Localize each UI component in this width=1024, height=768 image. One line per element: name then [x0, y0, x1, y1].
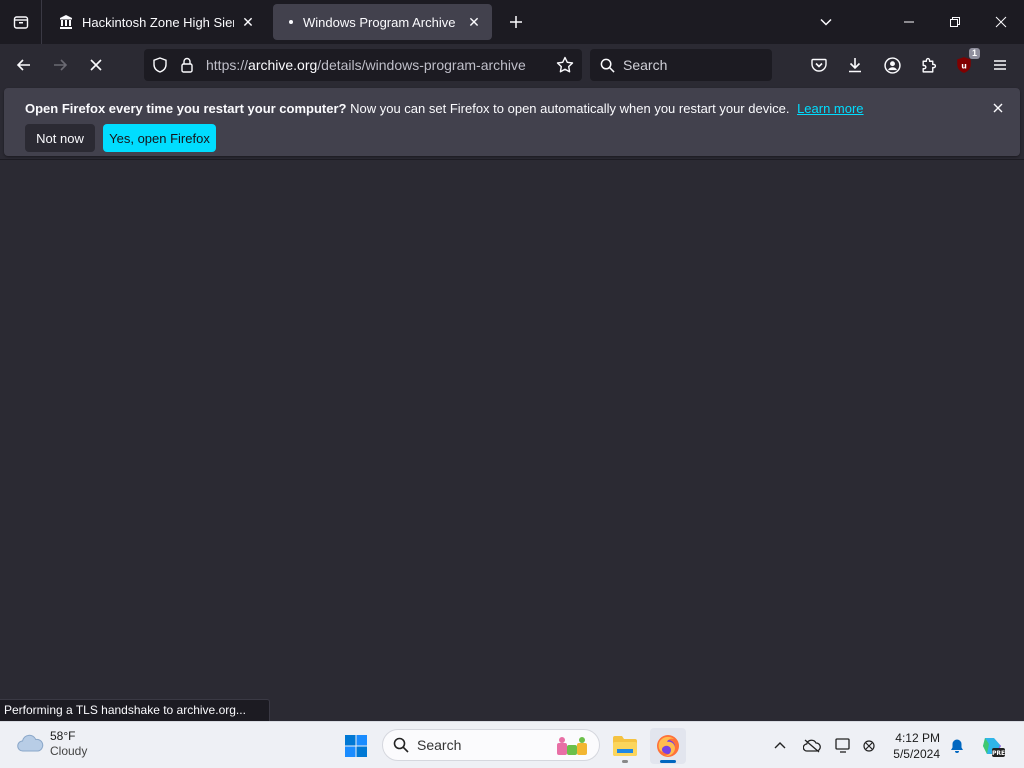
windows-taskbar: 58°F Cloudy Search 4:12 PM 5/5/2024 PRE: [0, 721, 1024, 768]
tab-title: Windows Program Archive : Nc: [303, 14, 460, 30]
weather-widget[interactable]: 58°F Cloudy: [16, 729, 87, 759]
new-tab-button[interactable]: [502, 8, 530, 36]
weather-temperature: 58°F: [50, 729, 76, 743]
extensions-button[interactable]: [914, 51, 942, 79]
url-domain: archive.org: [248, 57, 318, 73]
volume-muted-icon: [863, 740, 875, 752]
close-notification-button[interactable]: [990, 100, 1006, 116]
pocket-button[interactable]: [805, 51, 833, 79]
search-icon: [393, 737, 409, 753]
pocket-icon: [811, 58, 827, 72]
forward-button[interactable]: [45, 50, 75, 80]
close-tab-icon[interactable]: ✕: [466, 14, 482, 30]
tab-strip: Hackintosh Zone High Sierra Ir ✕ Windows…: [0, 0, 1024, 44]
loading-dot-icon: [289, 20, 293, 24]
url-text[interactable]: https://archive.org/details/windows-prog…: [206, 57, 526, 73]
show-hidden-icons-button[interactable]: [769, 735, 791, 757]
volume-tray-button[interactable]: [858, 735, 880, 757]
start-button[interactable]: [338, 728, 374, 764]
firefox-taskbar-button[interactable]: [650, 728, 686, 764]
back-button[interactable]: [9, 50, 39, 80]
app-menu-button[interactable]: [986, 51, 1014, 79]
not-now-button[interactable]: Not now: [25, 124, 95, 152]
account-button[interactable]: [878, 51, 906, 79]
plus-icon: [510, 16, 522, 28]
lock-icon[interactable]: [180, 57, 194, 76]
search-input[interactable]: [623, 57, 763, 73]
tracking-protection-shield-icon[interactable]: [152, 57, 168, 76]
minimize-icon: [904, 21, 914, 23]
stop-button[interactable]: [81, 50, 111, 80]
url-bar[interactable]: https://archive.org/details/windows-prog…: [144, 49, 582, 81]
onedrive-offline-icon: [803, 739, 821, 753]
tab-title: Hackintosh Zone High Sierra Ir: [82, 14, 234, 30]
onedrive-tray-button[interactable]: [801, 735, 823, 757]
running-indicator: [622, 760, 628, 763]
display-network-icon: [835, 738, 850, 753]
stop-icon: [90, 59, 102, 71]
page-content[interactable]: [0, 160, 1024, 721]
url-prefix: https://: [206, 57, 249, 73]
download-icon: [849, 58, 861, 73]
folder-icon: [613, 736, 637, 756]
close-window-button[interactable]: [978, 0, 1024, 44]
firefox-view-icon: [13, 16, 28, 29]
clock-time: 4:12 PM: [895, 731, 940, 745]
list-all-tabs-button[interactable]: [803, 0, 849, 44]
tab-windows-program-archive[interactable]: Windows Program Archive : Nc ✕: [273, 4, 492, 40]
restore-icon: [950, 17, 960, 27]
taskbar-clock[interactable]: 4:12 PM 5/5/2024: [884, 730, 940, 762]
back-arrow-icon: [16, 59, 30, 71]
taskbar-search-box[interactable]: Search: [382, 729, 600, 761]
archive-building-icon: [58, 14, 74, 30]
extension-badge: 1: [968, 48, 980, 59]
notifications-button[interactable]: [946, 735, 968, 757]
svg-text:PRE: PRE: [992, 750, 1005, 757]
close-icon: [993, 103, 1003, 113]
windows-logo-icon: [345, 735, 367, 757]
chevron-up-icon: [774, 742, 786, 749]
account-icon: [883, 56, 901, 74]
firefox-icon: [657, 735, 679, 757]
active-app-indicator: [660, 760, 676, 763]
url-path: /details/windows-program-archive: [317, 57, 526, 73]
navigation-toolbar: https://archive.org/details/windows-prog…: [0, 44, 1024, 86]
notification-headline: Open Firefox every time you restart your…: [25, 101, 347, 116]
svg-text:u: u: [961, 61, 967, 70]
search-icon: [600, 58, 615, 73]
ublock-origin-button[interactable]: u 1: [950, 48, 980, 79]
bell-icon: [951, 739, 963, 753]
minimize-button[interactable]: [886, 0, 932, 44]
close-tab-icon[interactable]: ✕: [240, 14, 256, 30]
restore-button[interactable]: [932, 0, 978, 44]
status-panel: Performing a TLS handshake to archive.or…: [0, 699, 270, 721]
yes-open-firefox-button[interactable]: Yes, open Firefox: [103, 124, 216, 152]
network-tray-button[interactable]: [833, 735, 855, 757]
clock-date: 5/5/2024: [893, 747, 940, 761]
chevron-down-icon: [820, 18, 832, 26]
search-highlight-icon: [557, 737, 587, 755]
learn-more-link[interactable]: Learn more: [797, 101, 863, 116]
notification-body: Now you can set Firefox to open automati…: [350, 101, 790, 116]
close-icon: [995, 16, 1007, 28]
downloads-button[interactable]: [841, 51, 869, 79]
copilot-button[interactable]: PRE: [980, 733, 1006, 759]
file-explorer-button[interactable]: [607, 728, 643, 764]
copilot-preview-icon: PRE: [983, 738, 1005, 757]
hamburger-menu-icon: [994, 60, 1006, 70]
puzzle-icon: [921, 57, 936, 73]
taskbar-search-label: Search: [417, 737, 462, 753]
forward-arrow-icon: [54, 59, 68, 71]
weather-condition: Cloudy: [50, 744, 88, 758]
bookmark-star-icon[interactable]: [556, 56, 574, 77]
search-bar[interactable]: [590, 49, 772, 81]
tab-hackintosh[interactable]: Hackintosh Zone High Sierra Ir ✕: [48, 4, 266, 40]
firefox-view-button[interactable]: [0, 0, 42, 44]
notification-message: Open Firefox every time you restart your…: [25, 101, 864, 116]
cloud-icon: [17, 734, 44, 752]
default-browser-notification: Open Firefox every time you restart your…: [4, 88, 1020, 156]
